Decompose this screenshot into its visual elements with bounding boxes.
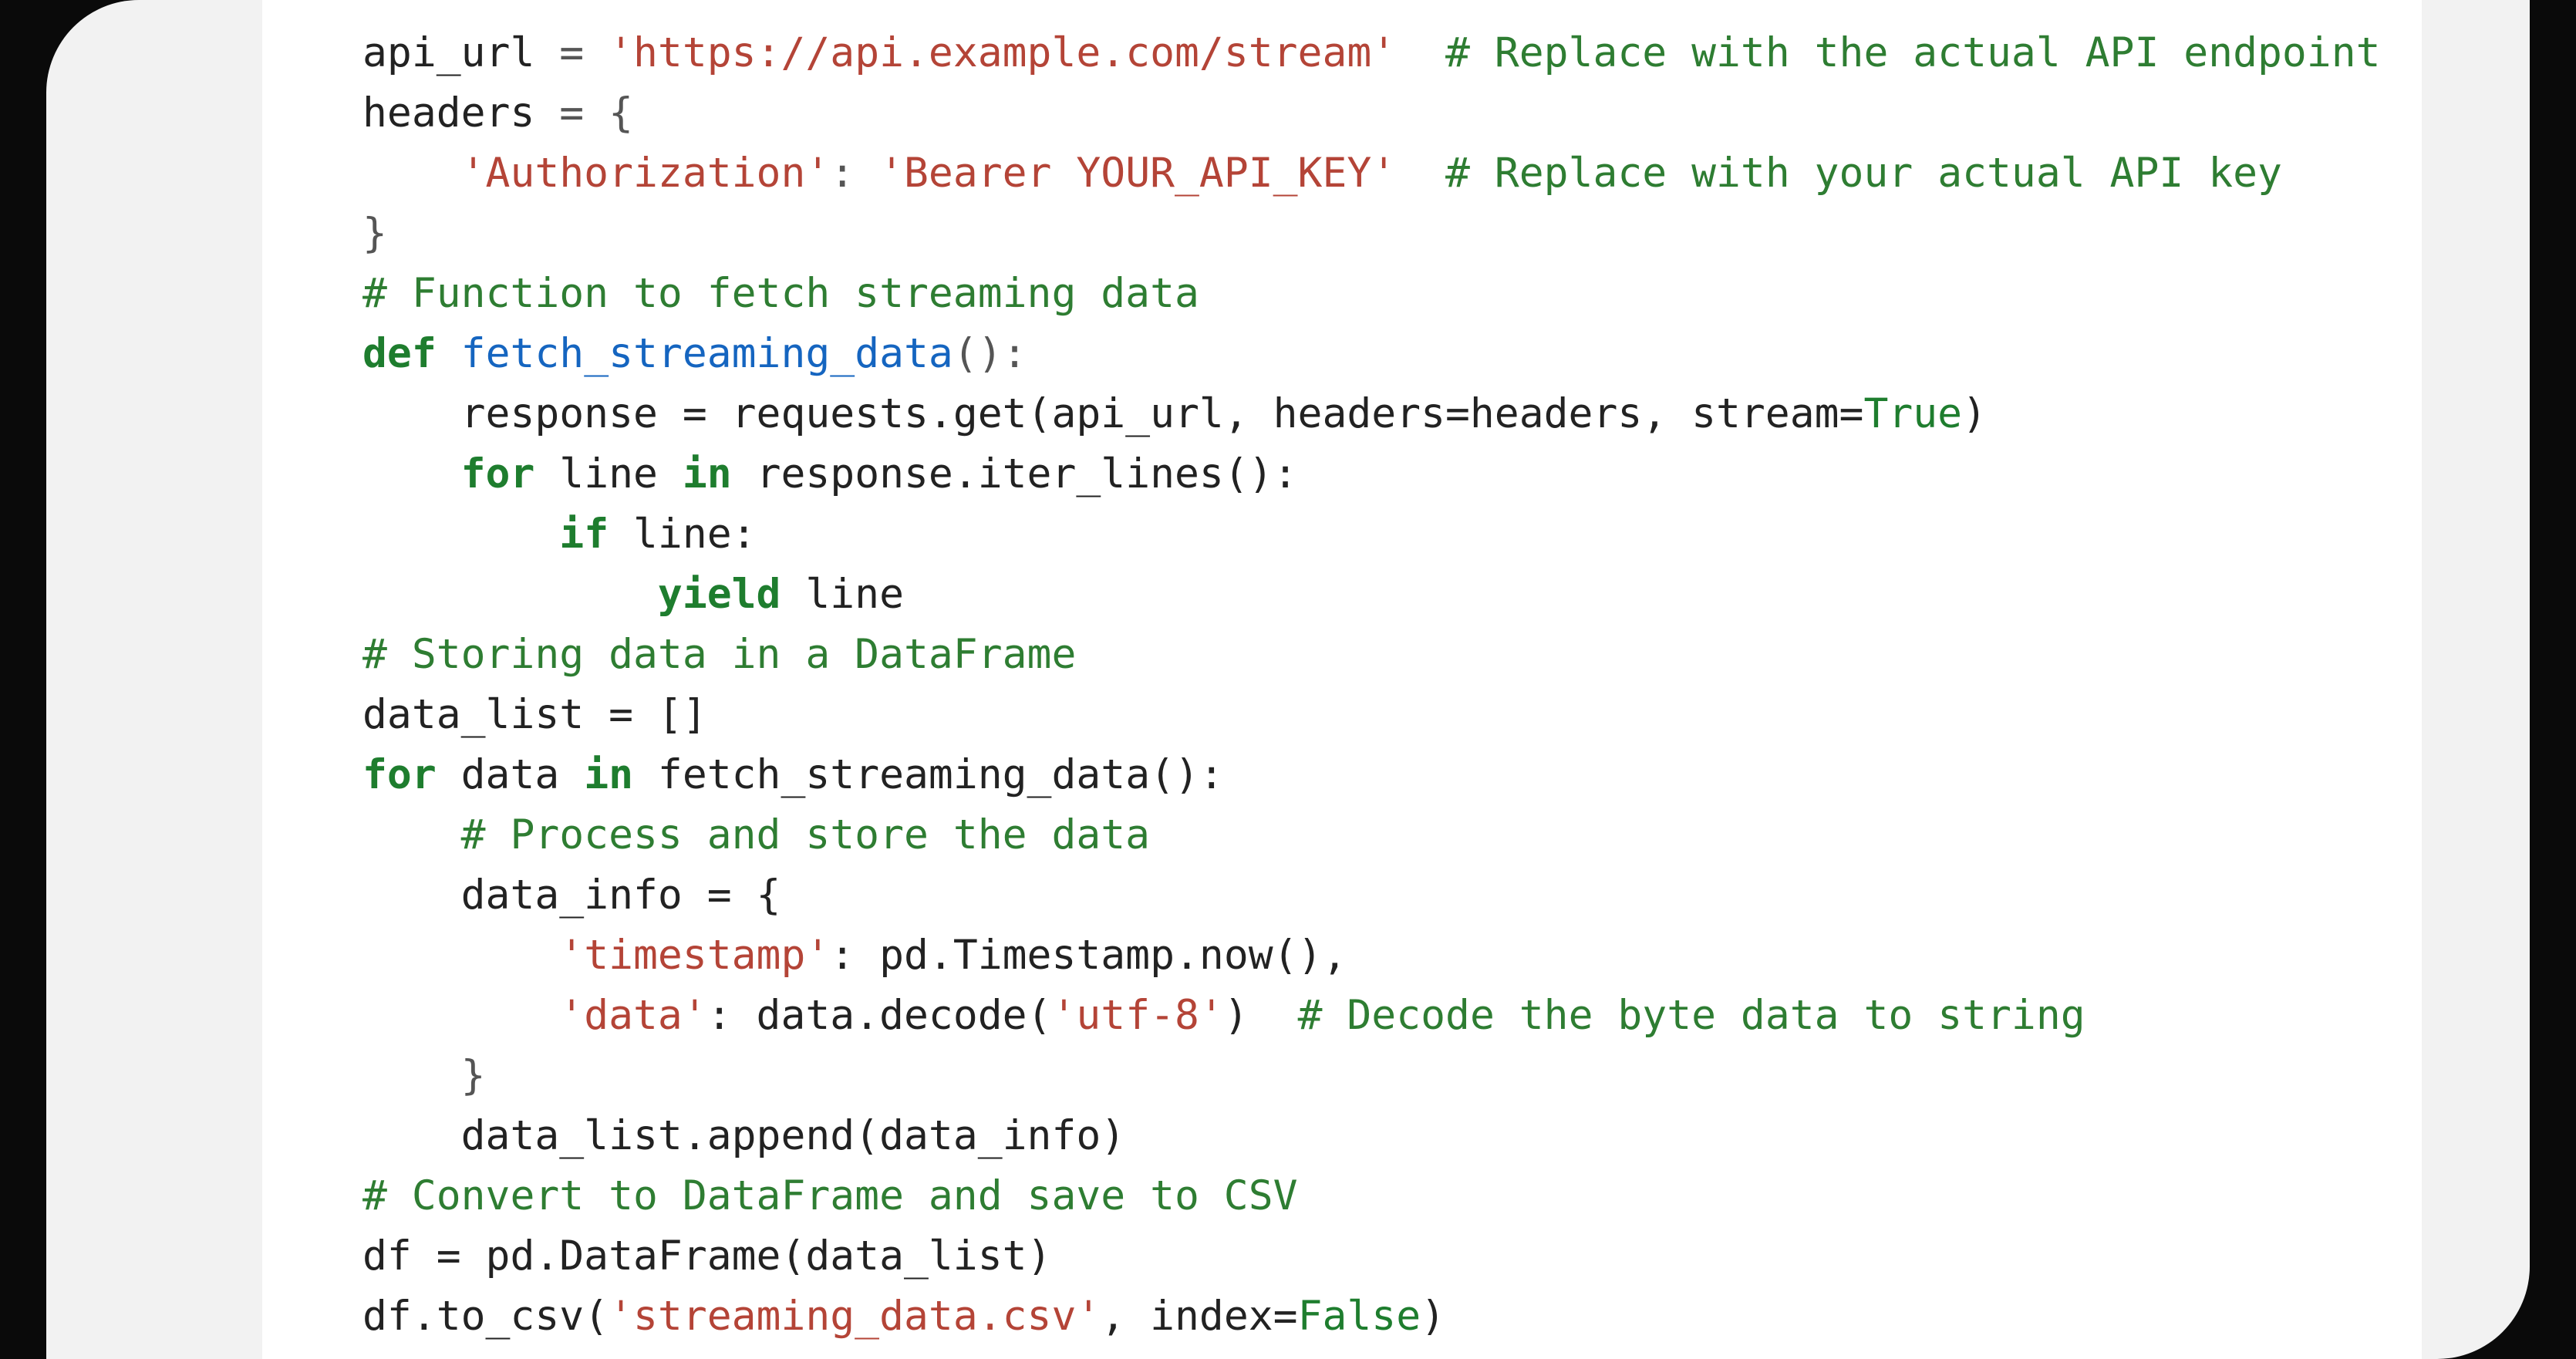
code-string: 'data' [559, 992, 706, 1039]
code-token: } [362, 210, 387, 257]
code-string: 'timestamp' [559, 932, 830, 979]
code-token: (): [953, 330, 1027, 377]
code-keyword: for [461, 450, 535, 497]
code-string: 'Authorization' [461, 150, 831, 197]
code-comment: # Convert to DataFrame and save to CSV [362, 1172, 1298, 1219]
code-boolean: False [1298, 1293, 1421, 1340]
code-string: 'utf-8' [1051, 992, 1223, 1039]
code-comment: # Storing data in a DataFrame [362, 631, 1076, 678]
code-editor: api_url = 'https://api.example.com/strea… [262, 0, 2422, 1359]
code-comment: # Decode the byte data to string [1298, 992, 2085, 1039]
code-token: line [534, 450, 682, 497]
code-token: : pd.Timestamp.now(), [830, 932, 1347, 979]
code-token: } [461, 1052, 486, 1099]
code-token: data [437, 751, 584, 798]
code-token: : data.decode( [707, 992, 1052, 1039]
code-token: data_list = [] [362, 691, 707, 738]
code-string: 'Bearer YOUR_API_KEY' [879, 150, 1396, 197]
code-token: ) [1421, 1293, 1445, 1340]
code-string: 'https://api.example.com/stream' [609, 29, 1396, 76]
code-token [437, 330, 461, 377]
code-token: line [781, 571, 904, 618]
code-token: response = requests.get(api_url, headers… [461, 390, 1864, 437]
code-token: : [830, 150, 879, 197]
code-block[interactable]: api_url = 'https://api.example.com/strea… [362, 23, 2422, 1347]
code-token: data_list.append(data_info) [461, 1112, 1126, 1159]
code-comment: # Process and store the data [461, 811, 1150, 858]
code-comment: # Replace with the actual API endpoint [1396, 29, 2380, 76]
code-token: , index= [1101, 1293, 1297, 1340]
code-keyword: if [559, 511, 609, 558]
code-token: df = pd.DataFrame(data_list) [362, 1233, 1051, 1280]
code-function-name: fetch_streaming_data [461, 330, 953, 377]
code-token: ) [1962, 390, 1987, 437]
code-boolean: True [1863, 390, 1962, 437]
code-token: df.to_csv( [362, 1293, 609, 1340]
code-keyword: in [584, 751, 633, 798]
code-token: line: [609, 511, 756, 558]
code-token: data_info = { [461, 872, 781, 919]
code-keyword: in [683, 450, 732, 497]
code-token: headers [362, 89, 534, 137]
code-token: = { [534, 89, 633, 137]
code-token: ) [1224, 992, 1298, 1039]
app-frame: api_url = 'https://api.example.com/strea… [46, 0, 2530, 1359]
code-token: response.iter_lines(): [732, 450, 1298, 497]
code-token: fetch_streaming_data(): [633, 751, 1224, 798]
code-keyword: yield [658, 571, 781, 618]
code-comment: # Function to fetch streaming data [362, 270, 1199, 317]
code-keyword: for [362, 751, 437, 798]
code-keyword: def [362, 330, 437, 377]
code-token: = [534, 29, 609, 76]
code-token: api_url [362, 29, 534, 76]
code-string: 'streaming_data.csv' [609, 1293, 1101, 1340]
code-comment: # Replace with your actual API key [1396, 150, 2282, 197]
